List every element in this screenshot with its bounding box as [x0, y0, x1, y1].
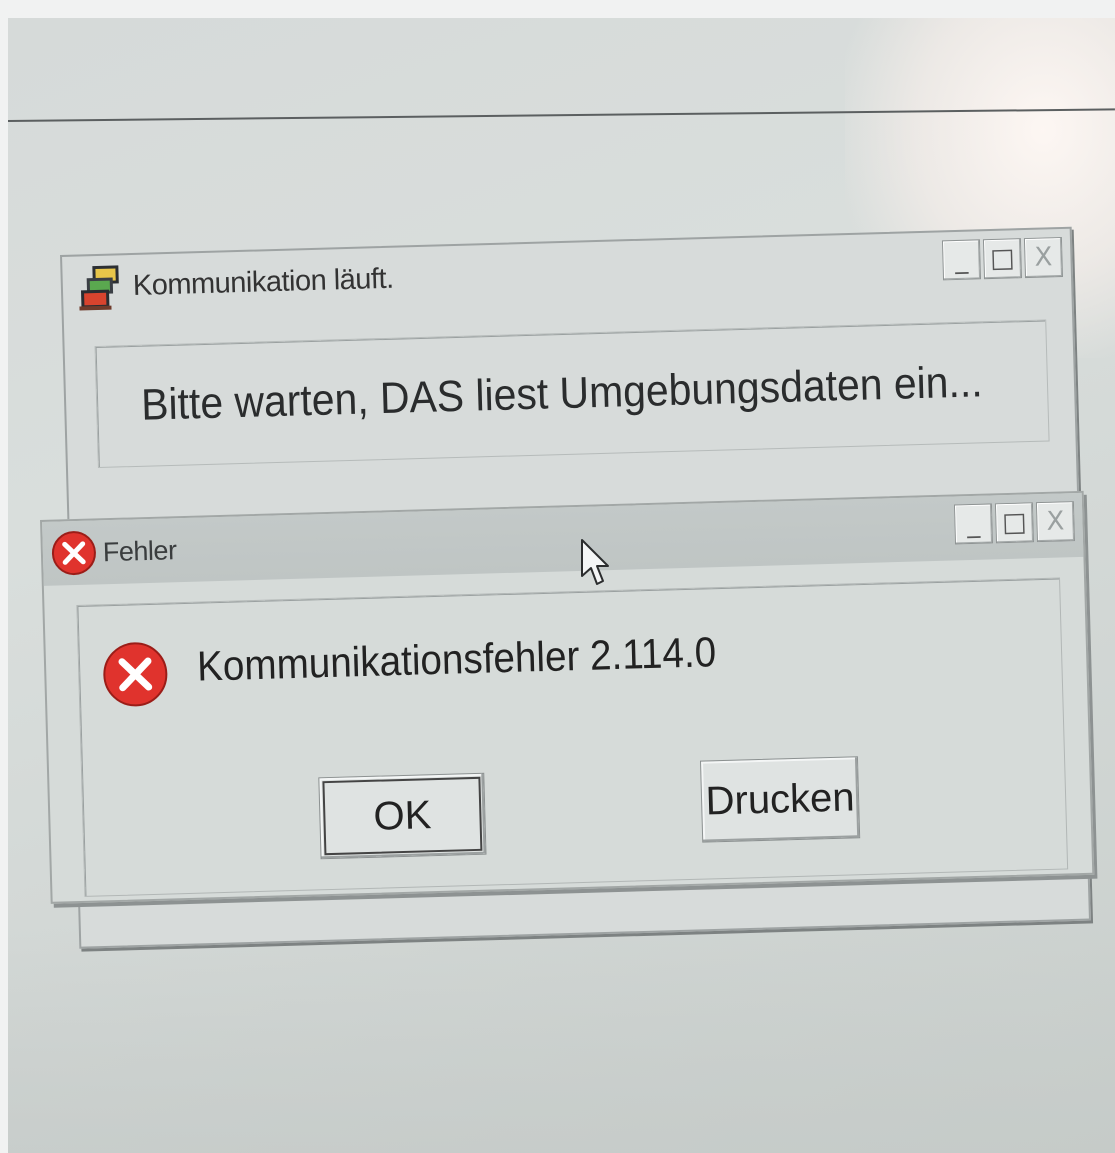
close-button[interactable]: X: [1023, 237, 1064, 279]
computer-stack-icon: [79, 265, 119, 311]
wait-message: Bitte warten, DAS liest Umgebungsdaten e…: [140, 357, 984, 430]
error-message: Kommunikationsfehler 2.114.0: [196, 628, 717, 690]
screen-shade: [8, 923, 1115, 1153]
arrow-cursor-icon: [581, 539, 609, 585]
maximize-button[interactable]: □: [994, 502, 1035, 544]
error-dialog-title: Fehler: [102, 534, 177, 567]
communication-window-controls: _ □ X: [941, 237, 1064, 281]
minimize-button[interactable]: _: [953, 503, 994, 545]
ok-button[interactable]: OK: [318, 772, 487, 860]
communication-message-panel: Bitte warten, DAS liest Umgebungsdaten e…: [94, 319, 1050, 469]
print-button[interactable]: Drucken: [699, 756, 861, 843]
close-button[interactable]: X: [1035, 501, 1075, 543]
error-dialog: Fehler _ □ X Kommunikationsfehler 2.114.…: [40, 490, 1095, 904]
communication-window-title: Kommunikation läuft.: [132, 262, 395, 302]
minimize-button[interactable]: _: [941, 239, 982, 281]
error-icon: [103, 642, 168, 707]
maximize-button[interactable]: □: [982, 238, 1023, 280]
error-message-panel: Kommunikationsfehler 2.114.0 OK Drucken: [76, 577, 1069, 897]
error-icon: [51, 531, 96, 576]
error-dialog-controls: _ □ X: [953, 501, 1075, 545]
